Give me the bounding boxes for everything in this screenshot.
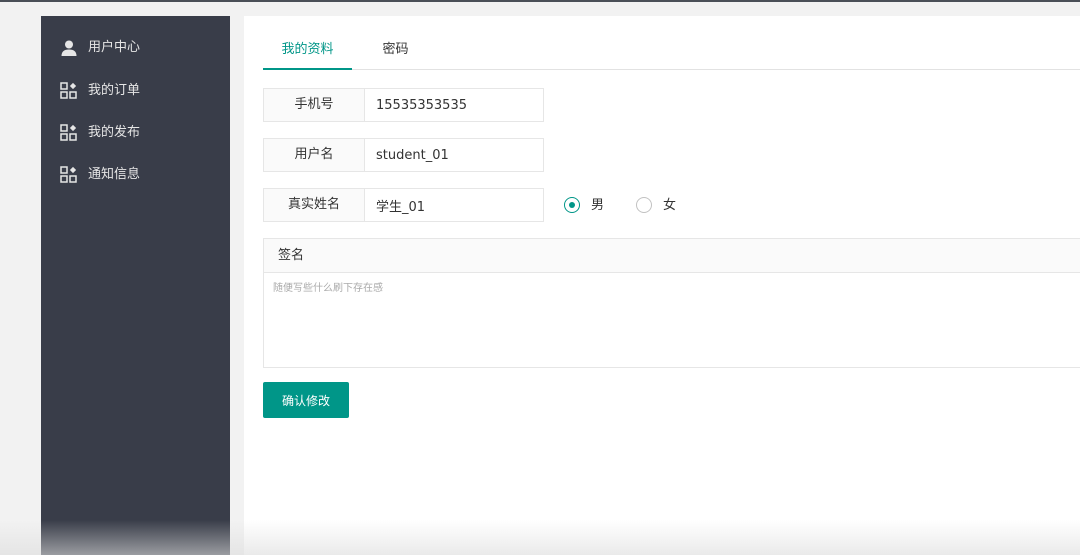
confirm-edit-button[interactable]: 确认修改 xyxy=(263,382,349,418)
phone-input[interactable] xyxy=(365,88,544,122)
realname-row: 真实姓名 xyxy=(263,188,544,222)
sidebar-item-user-center[interactable]: 用户中心 xyxy=(41,30,230,66)
username-label: 用户名 xyxy=(263,138,365,172)
sidebar-item-my-posts[interactable]: 我的发布 xyxy=(41,115,230,151)
gender-female-label: 女 xyxy=(663,198,677,213)
signature-textarea[interactable] xyxy=(263,273,1080,368)
realname-input[interactable] xyxy=(365,188,544,222)
main-panel: 我的资料 密码 手机号 用户名 真实姓名 男 女 签名 确认修改 xyxy=(244,16,1080,555)
gender-female-radio[interactable]: 女 xyxy=(636,197,681,215)
sidebar-item-label: 我的发布 xyxy=(88,125,141,140)
username-input[interactable] xyxy=(365,138,544,172)
tab-my-profile[interactable]: 我的资料 xyxy=(263,36,352,70)
app-grid-icon xyxy=(60,82,77,99)
sidebar-item-label: 通知信息 xyxy=(88,167,141,182)
radio-checked-icon xyxy=(564,197,580,213)
phone-label: 手机号 xyxy=(263,88,365,122)
app-grid-icon xyxy=(60,166,77,183)
sidebar-item-label: 用户中心 xyxy=(88,40,141,55)
radio-unchecked-icon xyxy=(636,197,652,213)
realname-label: 真实姓名 xyxy=(263,188,365,222)
app-grid-icon xyxy=(60,124,77,141)
signature-label: 签名 xyxy=(263,238,1080,273)
tab-bar: 我的资料 密码 xyxy=(263,36,1080,70)
phone-row: 手机号 xyxy=(263,88,544,122)
user-icon xyxy=(61,40,77,56)
sidebar-item-notifications[interactable]: 通知信息 xyxy=(41,157,230,193)
gender-male-radio[interactable]: 男 xyxy=(564,197,609,215)
gender-male-label: 男 xyxy=(591,198,605,213)
tab-password[interactable]: 密码 xyxy=(373,36,418,68)
sidebar-item-label: 我的订单 xyxy=(88,83,141,98)
username-row: 用户名 xyxy=(263,138,544,172)
top-bar xyxy=(0,0,1080,2)
sidebar-item-my-orders[interactable]: 我的订单 xyxy=(41,73,230,109)
sidebar: 用户中心 我的订单 我的发布 通知信息 xyxy=(41,16,230,555)
